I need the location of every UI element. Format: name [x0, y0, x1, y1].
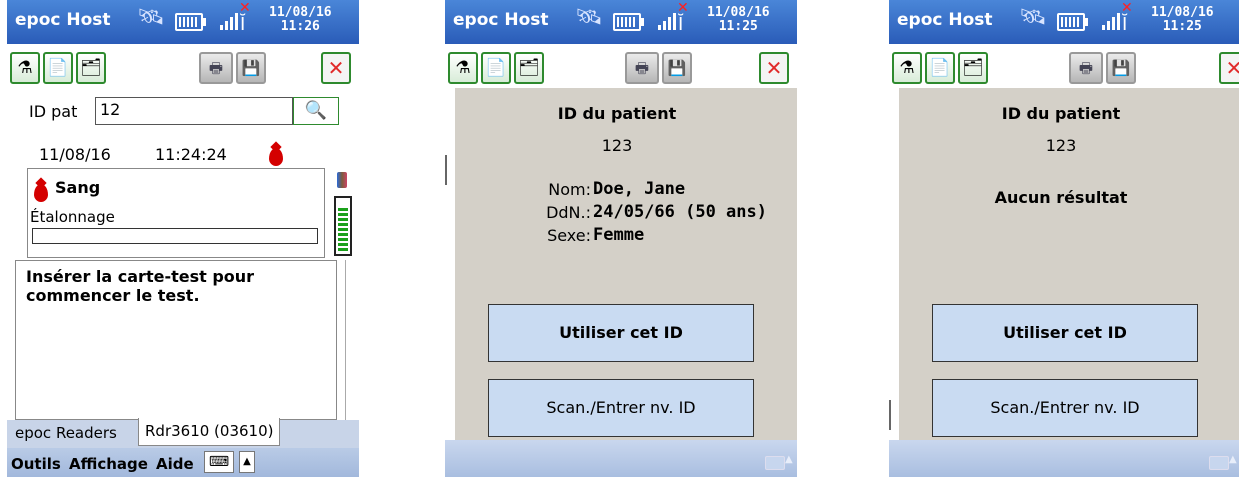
menu-outils[interactable]: Outils: [11, 455, 61, 473]
app-title: epoc Host: [15, 10, 111, 30]
keyboard-icon[interactable]: [1209, 456, 1229, 470]
test-icon[interactable]: ⚗: [448, 52, 478, 84]
tab-epoc-readers[interactable]: epoc Readers: [15, 424, 117, 442]
title-bar: epoc Host 🛰 ✕ Ĭ 11/08/16 11:25: [445, 0, 797, 44]
patient-id-label: ID pat: [29, 102, 78, 121]
clock-time: 11:25: [1162, 19, 1202, 34]
close-icon[interactable]: ✕: [759, 52, 789, 84]
bottom-bar: [445, 440, 797, 477]
antenna-icon: Ĭ: [678, 14, 684, 35]
patient-id-value: 123: [1045, 136, 1077, 155]
qc-icon[interactable]: 🗂: [514, 52, 544, 84]
use-id-button[interactable]: Utiliser cet ID: [488, 304, 754, 362]
name-value: Doe, Jane: [593, 179, 686, 199]
patient-id-value: 123: [601, 136, 633, 155]
device-screen-3: epoc Host 🛰 ✕ Ĭ 11/08/16 11:25 ⚗ 📄 🗂 🖶 💾 …: [889, 0, 1239, 477]
results-icon[interactable]: 📄: [925, 52, 955, 84]
battery-icon: [1057, 13, 1088, 31]
divider: [889, 400, 891, 430]
battery-icon: [175, 13, 206, 31]
results-icon[interactable]: 📄: [43, 52, 73, 84]
connectivity-icon: 🛰: [137, 5, 165, 30]
device-screen-2: epoc Host 🛰 ✕ Ĭ 11/08/16 11:25 ⚗ 📄 🗂 🖶 💾 …: [445, 0, 797, 477]
name-label: Nom:: [548, 180, 591, 199]
qc-icon[interactable]: 🗂: [76, 52, 106, 84]
menu-affichage[interactable]: Affichage: [69, 455, 148, 473]
sample-type: Sang: [55, 178, 101, 197]
save-icon[interactable]: 💾: [236, 52, 266, 84]
no-result-text: Aucun résultat: [994, 188, 1128, 207]
save-icon[interactable]: 💾: [1106, 52, 1136, 84]
clock-time: 11:25: [718, 19, 758, 34]
clock: 11/08/16 11:26: [269, 6, 332, 34]
reader-battery-icon: [332, 168, 357, 258]
dob-value: 24/05/66 (50 ans): [593, 202, 767, 222]
scan-new-id-button[interactable]: Scan./Entrer nv. ID: [488, 379, 754, 437]
keyboard-icon[interactable]: [765, 456, 785, 470]
toolbar: ⚗ 📄 🗂 🖶 💾 ✕: [7, 44, 359, 94]
save-icon[interactable]: 💾: [662, 52, 692, 84]
sex-label: Sexe:: [547, 226, 591, 245]
results-icon[interactable]: 📄: [481, 52, 511, 84]
reader-icon[interactable]: ⌨: [204, 451, 234, 473]
blood-drop-icon: [34, 184, 48, 202]
battery-icon: [613, 13, 644, 31]
blood-drop-icon: [269, 148, 283, 166]
patient-id-input[interactable]: 12: [95, 97, 293, 125]
test-icon[interactable]: ⚗: [892, 52, 922, 84]
divider: [445, 155, 447, 185]
clock: 11/08/16 11:25: [707, 6, 770, 34]
menu-aide[interactable]: Aide: [156, 455, 194, 473]
clock-date: 11/08/16: [1151, 5, 1214, 20]
print-icon[interactable]: 🖶: [625, 52, 659, 84]
qc-icon[interactable]: 🗂: [958, 52, 988, 84]
connectivity-icon: 🛰: [575, 5, 603, 30]
print-icon[interactable]: 🖶: [1069, 52, 1103, 84]
calibration-label: Étalonnage: [30, 208, 115, 226]
scrollbar[interactable]: [345, 260, 352, 420]
dialog-title: ID du patient: [557, 104, 677, 123]
sex-value: Femme: [593, 225, 645, 245]
scan-new-id-button[interactable]: Scan./Entrer nv. ID: [932, 379, 1198, 437]
test-date: 11/08/16: [39, 145, 111, 164]
clock-time: 11:26: [280, 19, 320, 34]
bottom-bar: [889, 440, 1239, 477]
antenna-icon: Ĭ: [240, 14, 246, 35]
tab-reader-active[interactable]: Rdr3610 (03610): [138, 418, 281, 446]
app-title: epoc Host: [453, 10, 549, 30]
clock: 11/08/16 11:25: [1151, 6, 1214, 34]
close-icon[interactable]: ✕: [1219, 52, 1239, 84]
toolbar: ⚗ 📄 🗂 🖶 💾 ✕: [445, 44, 797, 94]
device-screen-1: epoc Host 🛰 ✕ Ĭ 11/08/16 11:26 ⚗ 📄 🗂 🖶 💾 …: [7, 0, 359, 477]
search-icon[interactable]: 🔍: [293, 97, 339, 125]
connectivity-icon: 🛰: [1019, 5, 1047, 30]
up-arrow-icon[interactable]: ▲: [239, 451, 255, 473]
toolbar: ⚗ 📄 🗂 🖶 💾 ✕: [889, 44, 1239, 94]
clock-date: 11/08/16: [707, 5, 770, 20]
test-time: 11:24:24: [155, 145, 227, 164]
app-title: epoc Host: [897, 10, 993, 30]
use-id-button[interactable]: Utiliser cet ID: [932, 304, 1198, 362]
print-icon[interactable]: 🖶: [199, 52, 233, 84]
calibration-progress: [32, 228, 318, 244]
test-icon[interactable]: ⚗: [10, 52, 40, 84]
status-message: Insérer la carte-test pour commencer le …: [15, 260, 337, 420]
antenna-icon: Ĭ: [1122, 14, 1128, 35]
title-bar: epoc Host 🛰 ✕ Ĭ 11/08/16 11:25: [889, 0, 1239, 44]
dob-label: DdN.:: [546, 203, 591, 222]
clock-date: 11/08/16: [269, 5, 332, 20]
keyboard-arrow-icon[interactable]: ▲: [1229, 454, 1237, 465]
title-bar: epoc Host 🛰 ✕ Ĭ 11/08/16 11:26: [7, 0, 359, 44]
close-icon[interactable]: ✕: [321, 52, 351, 84]
keyboard-arrow-icon[interactable]: ▲: [785, 454, 793, 465]
dialog-title: ID du patient: [1001, 104, 1121, 123]
